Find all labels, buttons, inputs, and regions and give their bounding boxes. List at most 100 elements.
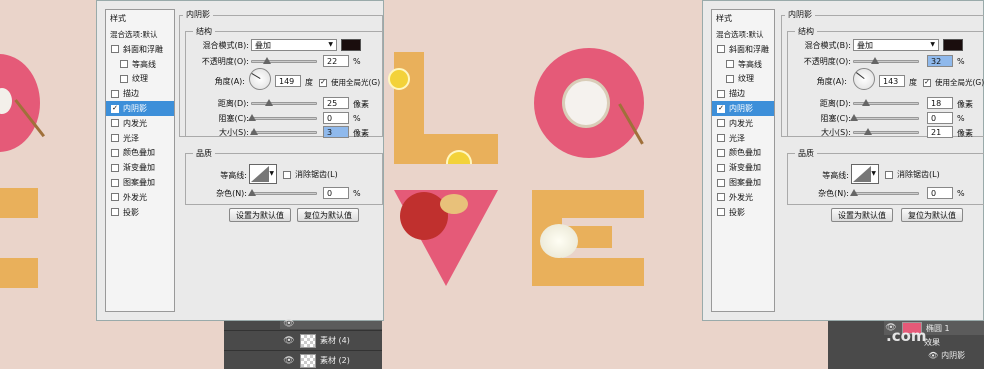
shadow-color-swatch[interactable] xyxy=(943,39,963,51)
distance-slider[interactable] xyxy=(251,99,317,106)
angle-dial[interactable] xyxy=(853,68,875,90)
choke-input[interactable]: 0 xyxy=(323,112,349,124)
style-item[interactable]: 斜面和浮雕 xyxy=(712,42,774,57)
checkbox-box[interactable] xyxy=(717,89,725,98)
style-item[interactable]: 描边 xyxy=(712,86,774,101)
checkbox-box[interactable]: ✓ xyxy=(717,104,725,113)
global-light-checkbox[interactable]: ✓ 使用全局光(G) xyxy=(319,77,380,88)
checkbox-box[interactable] xyxy=(726,74,734,83)
opacity-slider[interactable] xyxy=(853,57,919,64)
style-item[interactable]: 纹理 xyxy=(712,72,774,87)
shadow-color-swatch[interactable] xyxy=(341,39,361,51)
angle-dial[interactable] xyxy=(249,68,271,90)
checkbox-box[interactable] xyxy=(726,60,734,69)
distance-slider-thumb[interactable] xyxy=(264,99,273,106)
size-slider-thumb[interactable] xyxy=(863,128,872,135)
reset-default-button[interactable]: 复位为默认值 xyxy=(901,208,963,222)
style-item[interactable]: 投影 xyxy=(106,205,174,220)
noise-input[interactable]: 0 xyxy=(927,187,953,199)
blending-options[interactable]: 混合选项:默认 xyxy=(712,26,774,42)
checkbox-box[interactable] xyxy=(120,60,128,69)
noise-slider-thumb[interactable] xyxy=(248,189,256,196)
reset-default-button[interactable]: 复位为默认值 xyxy=(297,208,359,222)
global-light-checkbox[interactable]: ✓ 使用全局光(G) xyxy=(923,77,984,88)
opacity-input[interactable]: 32 xyxy=(927,55,953,67)
eye-icon[interactable]: 👁 xyxy=(282,356,296,366)
noise-slider[interactable] xyxy=(850,189,919,196)
angle-input[interactable]: 149 xyxy=(275,75,301,87)
style-item[interactable]: 投影 xyxy=(712,205,774,220)
size-slider-thumb[interactable] xyxy=(249,128,258,135)
checkbox-box[interactable] xyxy=(111,163,119,172)
distance-input[interactable]: 25 xyxy=(323,97,349,109)
opacity-input[interactable]: 22 xyxy=(323,55,349,67)
checkbox-box[interactable] xyxy=(111,45,119,54)
layer-name[interactable]: 素材 (2) xyxy=(320,355,350,366)
opacity-slider-thumb[interactable] xyxy=(262,57,271,64)
style-item[interactable]: 颜色叠加 xyxy=(712,146,774,161)
style-item[interactable]: 图案叠加 xyxy=(106,175,174,190)
style-item[interactable]: 内发光 xyxy=(106,116,174,131)
layer-name[interactable]: 椭圆 1 xyxy=(926,323,950,334)
checkbox-box[interactable] xyxy=(120,74,128,83)
checkbox-box[interactable] xyxy=(717,178,725,187)
size-input[interactable]: 21 xyxy=(927,126,953,138)
checkbox-box[interactable] xyxy=(111,178,119,187)
angle-input[interactable]: 143 xyxy=(879,75,905,87)
checkbox-box[interactable] xyxy=(717,119,725,128)
style-item[interactable]: 外发光 xyxy=(106,190,174,205)
checkbox-box[interactable] xyxy=(717,45,725,54)
style-item[interactable]: 颜色叠加 xyxy=(106,146,174,161)
antialias-checkbox[interactable]: 消除锯齿(L) xyxy=(283,169,338,180)
style-item[interactable]: ✓ 内阴影 xyxy=(712,101,774,116)
styles-header[interactable]: 样式 xyxy=(106,10,174,26)
distance-slider-thumb[interactable] xyxy=(861,99,870,106)
checkbox-box[interactable] xyxy=(717,134,725,143)
style-item[interactable]: 外发光 xyxy=(712,190,774,205)
style-item[interactable]: 描边 xyxy=(106,86,174,101)
style-item[interactable]: 光泽 xyxy=(106,131,174,146)
size-slider[interactable] xyxy=(249,128,317,135)
contour-picker[interactable]: ▼ xyxy=(249,164,277,184)
checkbox-box[interactable] xyxy=(717,163,725,172)
size-slider[interactable] xyxy=(853,128,919,135)
checkbox-box[interactable] xyxy=(717,148,725,157)
noise-input[interactable]: 0 xyxy=(323,187,349,199)
checkbox-box[interactable] xyxy=(111,119,119,128)
noise-slider-thumb[interactable] xyxy=(850,189,858,196)
blend-mode-select[interactable]: 叠加 ▼ xyxy=(853,39,939,51)
style-item[interactable]: 内发光 xyxy=(712,116,774,131)
style-item[interactable]: 斜面和浮雕 xyxy=(106,42,174,57)
styles-header[interactable]: 样式 xyxy=(712,10,774,26)
checkbox-box[interactable] xyxy=(111,89,119,98)
choke-slider[interactable] xyxy=(248,114,317,121)
contour-picker[interactable]: ▼ xyxy=(851,164,879,184)
choke-input[interactable]: 0 xyxy=(927,112,953,124)
make-default-button[interactable]: 设置为默认值 xyxy=(229,208,291,222)
size-input[interactable]: 3 xyxy=(323,126,349,138)
checkbox-box[interactable] xyxy=(717,208,725,217)
checkbox-box[interactable] xyxy=(111,208,119,217)
eye-icon[interactable]: 👁 xyxy=(928,351,938,360)
make-default-button[interactable]: 设置为默认值 xyxy=(831,208,893,222)
checkbox-box[interactable] xyxy=(111,148,119,157)
style-item[interactable]: 图案叠加 xyxy=(712,175,774,190)
style-item[interactable]: 纹理 xyxy=(106,72,174,87)
style-item[interactable]: ✓ 内阴影 xyxy=(106,101,174,116)
checkbox-box[interactable] xyxy=(717,193,725,202)
style-item[interactable]: 等高线 xyxy=(106,57,174,72)
layer-row-partial[interactable]: 👁 xyxy=(280,319,424,329)
blending-options[interactable]: 混合选项:默认 xyxy=(106,26,174,42)
layer-row[interactable]: 👁 素材 (4) xyxy=(224,330,382,350)
distance-slider[interactable] xyxy=(853,99,919,106)
choke-slider[interactable] xyxy=(850,114,919,121)
layer-row[interactable]: 👁 素材 (2) xyxy=(224,350,382,369)
noise-slider[interactable] xyxy=(248,189,317,196)
style-item[interactable]: 等高线 xyxy=(712,57,774,72)
choke-slider-thumb[interactable] xyxy=(850,114,858,121)
opacity-slider-thumb[interactable] xyxy=(871,57,880,64)
style-item[interactable]: 渐变叠加 xyxy=(712,160,774,175)
effect-item-row[interactable]: 👁 内阴影 xyxy=(928,349,965,361)
blend-mode-select[interactable]: 叠加 ▼ xyxy=(251,39,337,51)
distance-input[interactable]: 18 xyxy=(927,97,953,109)
